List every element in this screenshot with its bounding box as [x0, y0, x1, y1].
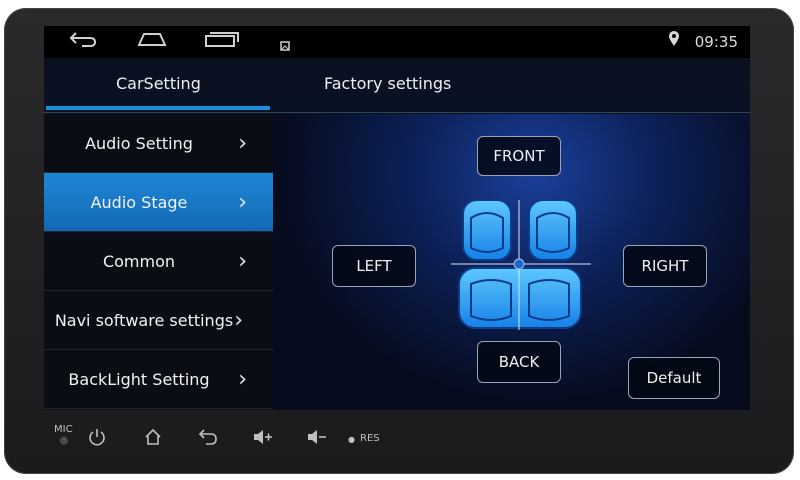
recent-apps-icon[interactable] [204, 30, 240, 53]
chevron-right-icon: › [238, 248, 247, 274]
sidebar-item-common[interactable]: Common › [44, 232, 273, 291]
sidebar-item-label: Navi software settings [54, 310, 234, 330]
location-pin-icon [668, 31, 680, 51]
volume-up-icon[interactable] [252, 428, 274, 450]
back-icon[interactable] [68, 30, 98, 53]
left-button[interactable]: LEFT [332, 245, 416, 287]
sidebar-item-audio-stage[interactable]: Audio Stage › [44, 173, 273, 232]
chevron-right-icon: › [238, 366, 247, 392]
front-button[interactable]: FRONT [477, 136, 561, 176]
sidebar-item-navi-software-settings[interactable]: Navi software settings › [44, 291, 273, 350]
reset-label: RES [360, 433, 380, 444]
back-icon[interactable] [198, 428, 218, 450]
chevron-right-icon: › [234, 307, 243, 333]
tab-divider [44, 112, 750, 113]
sidebar-item-backlight-setting[interactable]: BackLight Setting › [44, 350, 273, 409]
sidebar-item-label: Common [102, 251, 176, 271]
sidebar-item-label: Audio Setting [85, 133, 193, 153]
screen: 09:35 CarSetting Factory settings Audio … [44, 26, 750, 410]
active-tab-indicator [46, 106, 270, 110]
power-icon[interactable] [88, 428, 106, 450]
sidebar-item-label: Audio Stage [90, 192, 188, 212]
audio-stage-panel: FRONT LEFT RIGHT BACK Default [273, 114, 750, 410]
sidebar-item-label: BackLight Setting [68, 369, 210, 389]
default-button[interactable]: Default [628, 357, 720, 399]
right-button[interactable]: RIGHT [623, 245, 707, 287]
clock: 09:35 [694, 33, 738, 51]
home-icon[interactable] [136, 30, 168, 53]
tab-carsetting[interactable]: CarSetting [116, 74, 201, 93]
status-bar: 09:35 [44, 26, 750, 58]
tab-factory-settings[interactable]: Factory settings [324, 74, 451, 93]
hardware-key-bar: MIC ◎ ● RES [50, 420, 450, 460]
volume-down-icon[interactable] [306, 428, 328, 450]
picture-icon [280, 35, 290, 56]
car-seat-diagram[interactable] [447, 196, 591, 330]
back-button[interactable]: BACK [477, 341, 561, 383]
home-icon[interactable] [144, 428, 162, 450]
sidebar-item-audio-setting[interactable]: Audio Setting › [44, 114, 273, 173]
settings-sidebar: Audio Setting › Audio Stage › Common › N… [44, 114, 273, 410]
reset-hole-icon[interactable]: ● [348, 435, 355, 444]
chevron-right-icon: › [238, 189, 247, 215]
mic-hole-icon: ◎ [60, 436, 68, 446]
chevron-right-icon: › [238, 130, 247, 156]
mic-label: MIC [54, 424, 73, 435]
